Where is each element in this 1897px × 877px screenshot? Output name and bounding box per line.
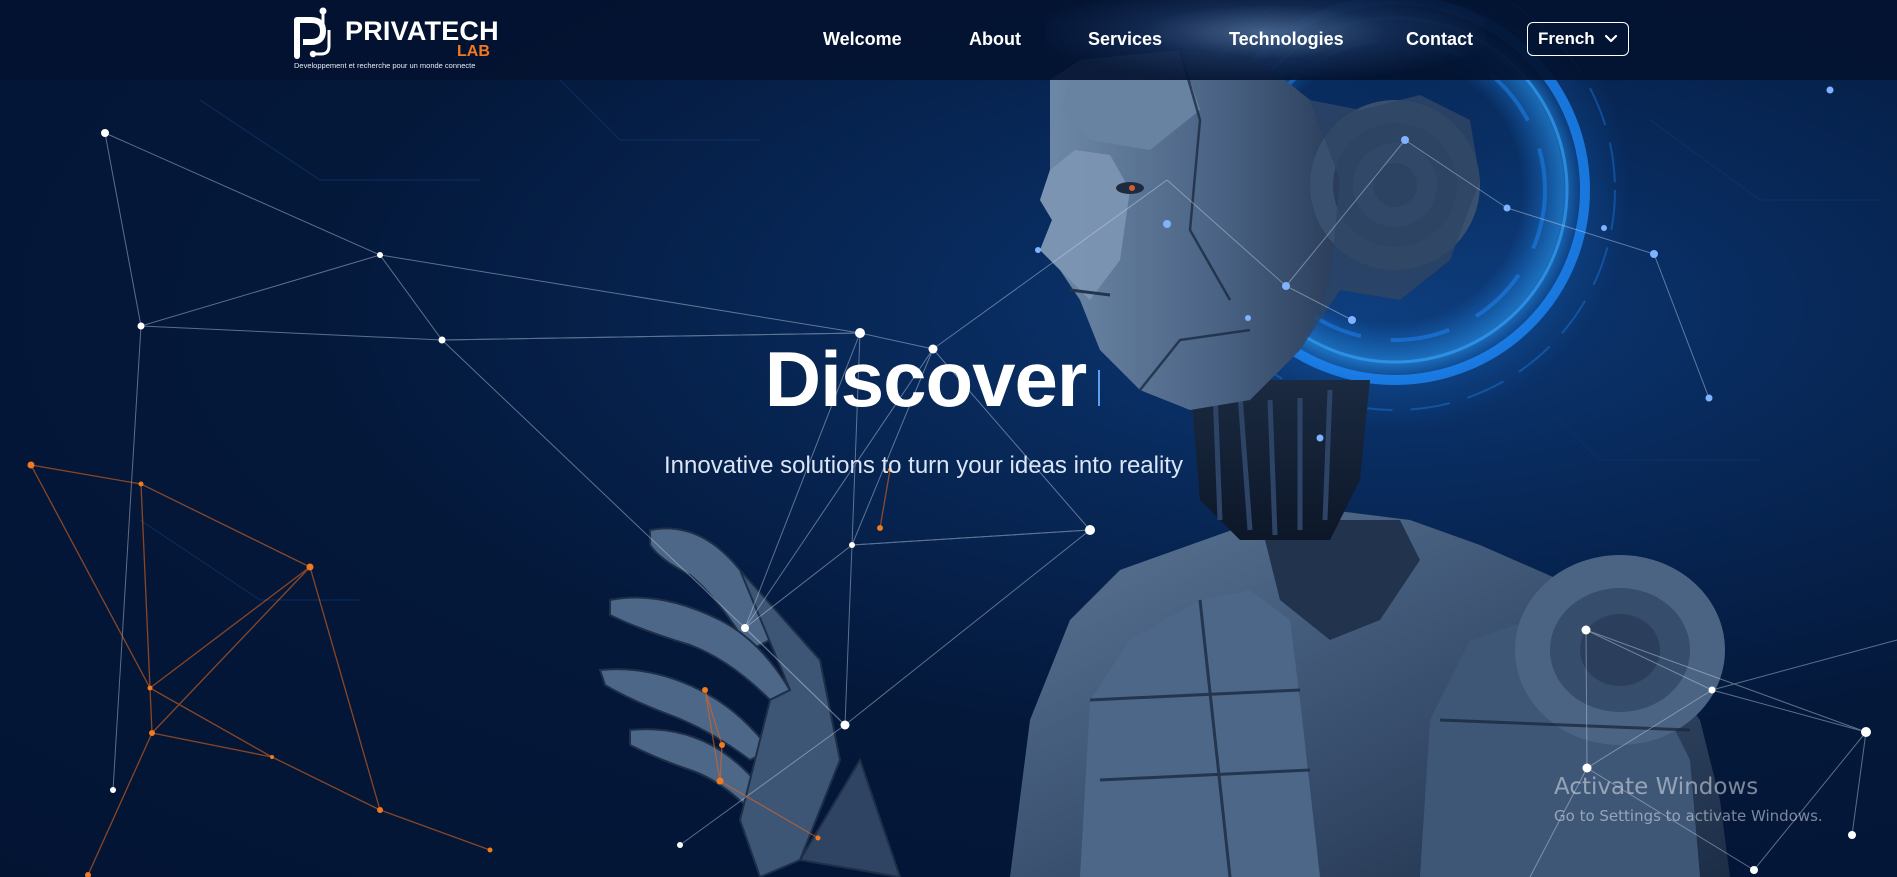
brand-tagline: Developpement et recherche pour un monde…: [294, 61, 476, 70]
page-root: PRIVATECH LAB Developpement et recherche…: [0, 0, 1897, 877]
nav-link-welcome[interactable]: Welcome: [823, 30, 902, 48]
hero-subtitle: Innovative solutions to turn your ideas …: [0, 454, 1897, 478]
language-select[interactable]: French: [1527, 22, 1629, 56]
nav-link-about[interactable]: About: [969, 30, 1021, 48]
watermark-subtitle: Go to Settings to activate Windows.: [1554, 807, 1823, 825]
chevron-down-icon: [1604, 34, 1618, 43]
nav-link-services[interactable]: Services: [1088, 30, 1162, 48]
brand-suffix: LAB: [457, 43, 490, 60]
robot-hand: [598, 527, 902, 877]
logo-mark-icon: [294, 7, 331, 59]
typing-cursor: [1098, 370, 1101, 406]
watermark-title: Activate Windows: [1554, 774, 1759, 800]
hero-subtitle-text: Innovative solutions to turn your ideas …: [664, 452, 1183, 479]
hero-title: Discover: [0, 340, 1897, 418]
nav-link-technologies[interactable]: Technologies: [1229, 30, 1344, 48]
hero-title-text: Discover: [764, 335, 1088, 423]
brand-logo[interactable]: PRIVATECH LAB Developpement et recherche…: [293, 6, 503, 72]
windows-activation-watermark: Activate Windows Go to Settings to activ…: [1554, 776, 1884, 836]
top-navbar: PRIVATECH LAB Developpement et recherche…: [0, 0, 1897, 80]
language-select-value: French: [1538, 29, 1595, 48]
nav-link-contact[interactable]: Contact: [1406, 30, 1473, 48]
hero-background-illustration: [27, 0, 1897, 877]
brand-name: PRIVATECH: [345, 16, 499, 46]
